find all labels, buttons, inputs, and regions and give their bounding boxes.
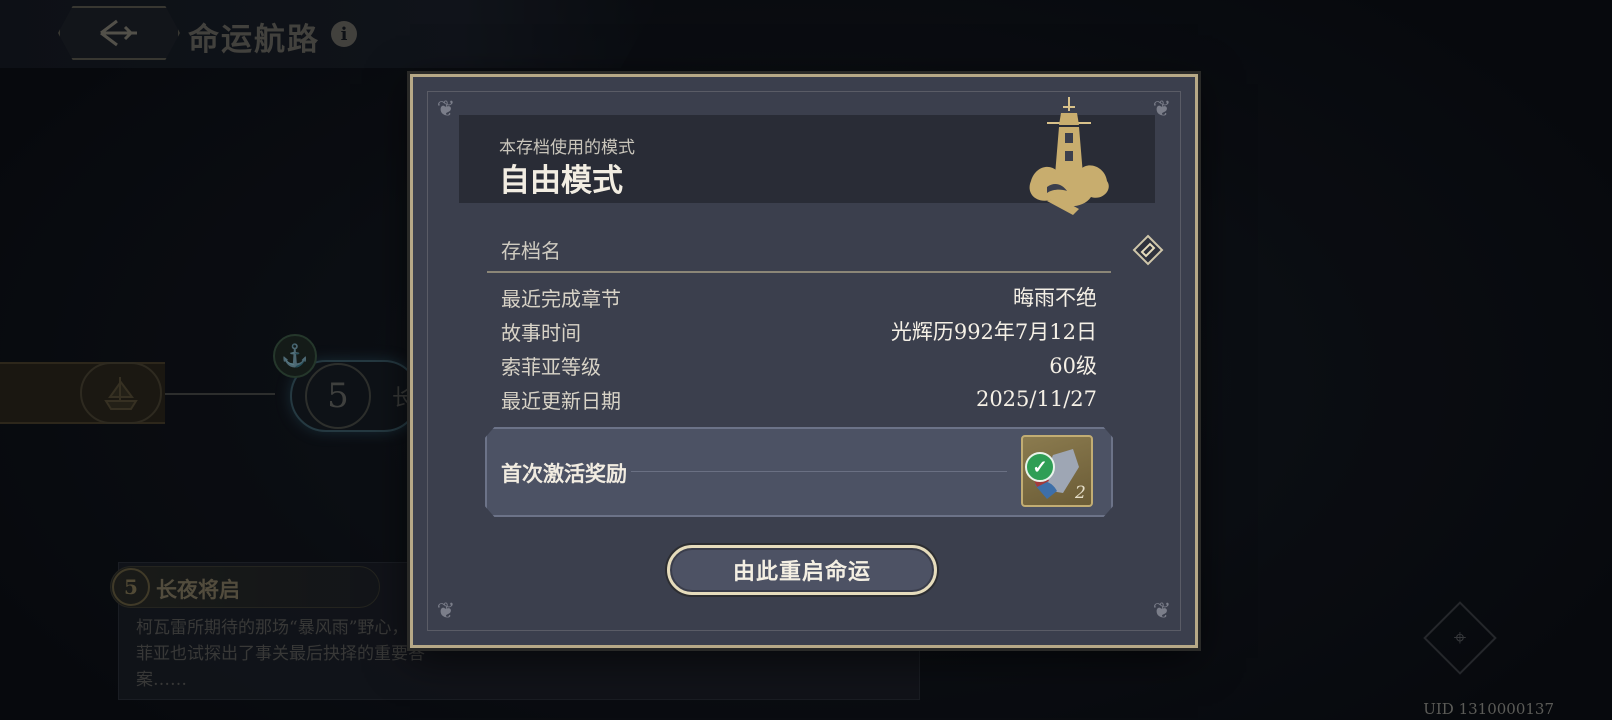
info-value: 晦雨不绝 <box>1013 286 1097 310</box>
rename-icon <box>1132 234 1164 266</box>
save-name-divider <box>487 271 1111 273</box>
save-info-dialog: ❦ ❦ ❦ ❦ 本存档使用的模式 自由模式 存档名 最近完成章节 晦雨不绝 故事… <box>410 74 1198 648</box>
claimed-check-icon: ✓ <box>1025 452 1055 482</box>
info-value: 60级 <box>1049 354 1097 378</box>
info-key: 最近更新日期 <box>501 388 621 413</box>
save-name-label: 存档名 <box>501 239 561 263</box>
corner-ornament-icon: ❦ <box>436 97 456 122</box>
reward-count: 2 <box>1075 483 1086 503</box>
info-row-update-date: 最近更新日期 2025/11/27 <box>501 384 1097 414</box>
info-key: 最近完成章节 <box>501 286 621 311</box>
corner-ornament-icon: ❦ <box>436 599 456 624</box>
info-row-last-chapter: 最近完成章节 晦雨不绝 <box>501 282 1097 312</box>
reward-divider <box>631 471 1007 472</box>
info-value: 2025/11/27 <box>975 387 1097 411</box>
restart-fate-button[interactable]: 由此重启命运 <box>667 545 937 595</box>
info-value: 光辉历992年7月12日 <box>890 320 1097 344</box>
lighthouse-icon <box>1029 97 1109 215</box>
edit-icon[interactable] <box>1131 233 1165 267</box>
info-key: 故事时间 <box>501 320 581 345</box>
corner-ornament-icon: ❦ <box>1152 599 1172 624</box>
mode-name: 自由模式 <box>499 163 623 199</box>
reward-label: 首次激活奖励 <box>501 461 627 486</box>
info-row-level: 索菲亚等级 60级 <box>501 350 1097 380</box>
info-row-story-time: 故事时间 光辉历992年7月12日 <box>501 316 1097 346</box>
info-key: 索菲亚等级 <box>501 354 601 379</box>
